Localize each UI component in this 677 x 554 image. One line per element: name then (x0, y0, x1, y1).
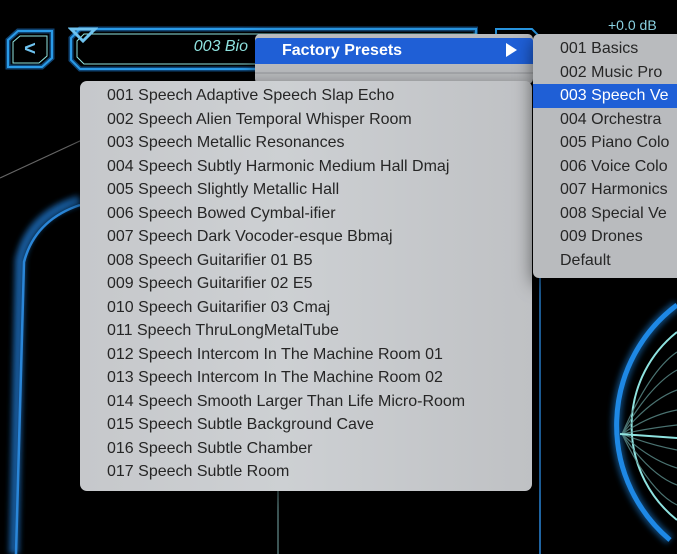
preset-item[interactable]: 005 Speech Slightly Metallic Hall (107, 178, 339, 202)
category-item-selected[interactable]: 003 Speech Ve (533, 84, 677, 108)
left-glow-bracket (9, 195, 82, 554)
submenu-arrow-icon (506, 43, 517, 57)
back-button[interactable]: < (4, 28, 56, 70)
preset-list-menu: 001 Speech Adaptive Speech Slap Echo 002… (80, 81, 532, 491)
category-item[interactable]: 007 Harmonics (533, 178, 677, 202)
preset-item[interactable]: 017 Speech Subtle Room (107, 460, 289, 484)
category-item[interactable]: 002 Music Pro (533, 61, 677, 85)
preset-item[interactable]: 001 Speech Adaptive Speech Slap Echo (107, 84, 394, 108)
dropdown-triangle-icon[interactable] (68, 26, 98, 44)
preset-item[interactable]: 009 Speech Guitarifier 02 E5 (107, 272, 312, 296)
preset-item[interactable]: 002 Speech Alien Temporal Whisper Room (107, 108, 412, 132)
preset-item[interactable]: 016 Speech Subtle Chamber (107, 437, 312, 461)
category-submenu: 001 Basics 002 Music Pro 003 Speech Ve 0… (533, 34, 677, 278)
category-item[interactable]: 001 Basics (533, 37, 677, 61)
category-item[interactable]: 008 Special Ve (533, 202, 677, 226)
preset-item[interactable]: 012 Speech Intercom In The Machine Room … (107, 343, 443, 367)
category-item[interactable]: 009 Drones (533, 225, 677, 249)
preset-item[interactable]: 015 Speech Subtle Background Cave (107, 413, 374, 437)
preset-item[interactable]: 003 Speech Metallic Resonances (107, 131, 344, 155)
preset-item[interactable]: 010 Speech Guitarifier 03 Cmaj (107, 296, 330, 320)
menu-item-factory-presets[interactable]: Factory Presets (255, 38, 533, 64)
output-gain-readout: +0.0 dB (608, 17, 657, 33)
preset-item[interactable]: 006 Speech Bowed Cymbal-ifier (107, 202, 336, 226)
category-item[interactable]: 005 Piano Colo (533, 131, 677, 155)
preset-item[interactable]: 011 Speech ThruLongMetalTube (107, 319, 339, 343)
category-item[interactable]: Default (533, 249, 677, 273)
preset-item[interactable]: 008 Speech Guitarifier 01 B5 (107, 249, 312, 273)
diagonal-line (0, 139, 83, 179)
chevron-left-icon: < (24, 37, 36, 60)
category-item[interactable]: 004 Orchestra (533, 108, 677, 132)
arc-visualizer (611, 300, 677, 544)
preset-item[interactable]: 004 Speech Subtly Harmonic Medium Hall D… (107, 155, 449, 179)
context-menu: Factory Presets (255, 34, 533, 84)
menu-separator (255, 72, 533, 74)
preset-item[interactable]: 014 Speech Smooth Larger Than Life Micro… (107, 390, 465, 414)
preset-item[interactable]: 013 Speech Intercom In The Machine Room … (107, 366, 443, 390)
preset-item[interactable]: 007 Speech Dark Vocoder-esque Bbmaj (107, 225, 393, 249)
menu-item-label: Factory Presets (282, 42, 403, 59)
category-item[interactable]: 006 Voice Colo (533, 155, 677, 179)
preset-name: 003 Bio (193, 38, 248, 55)
